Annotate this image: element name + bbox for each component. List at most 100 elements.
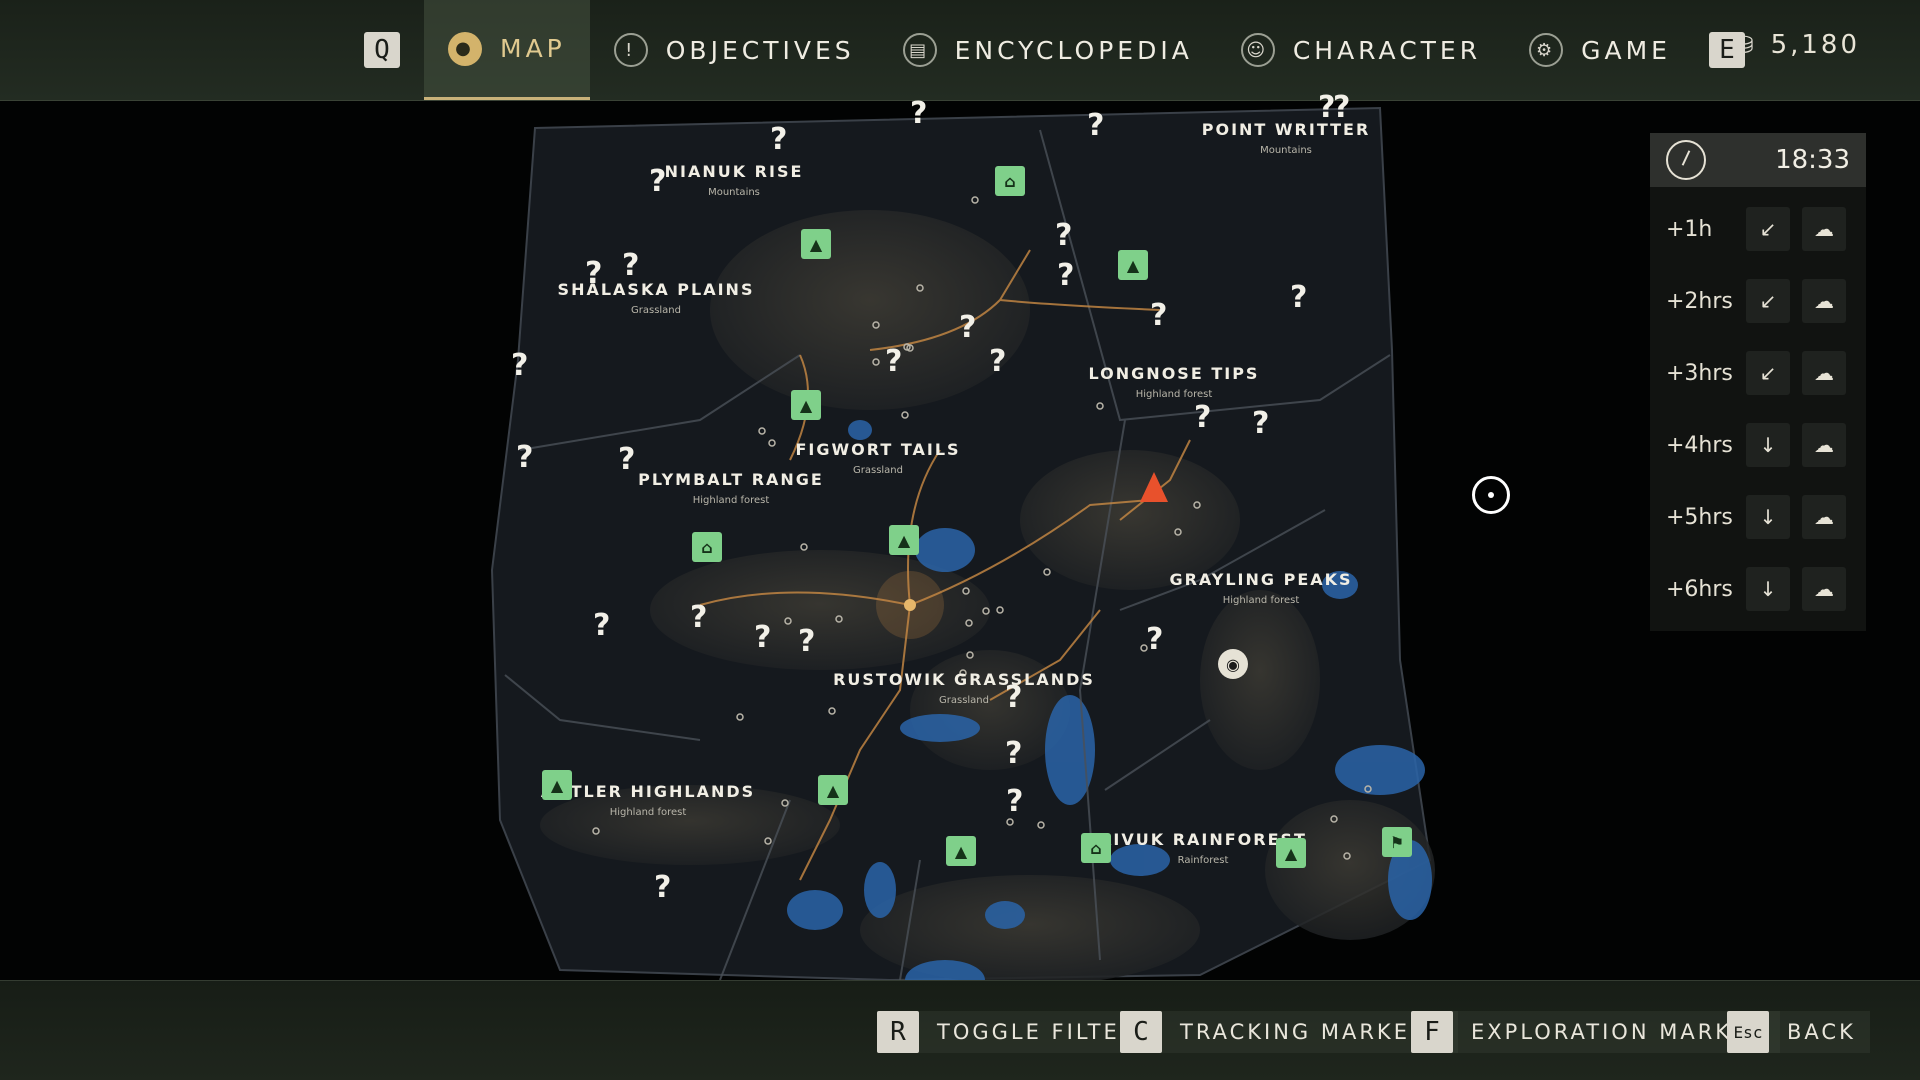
camp-marker[interactable]: ▲	[1276, 838, 1306, 868]
unknown-location-marker[interactable]: ?	[1146, 622, 1163, 657]
tab-map-label: MAP	[500, 34, 566, 63]
prev-tab-key[interactable]: Q	[364, 32, 400, 68]
top-nav-bar: Q ● MAP ! OBJECTIVES ▤ ENCYCLOPEDIA ☺ CH…	[0, 0, 1920, 101]
cloudy-icon: ☁	[1802, 207, 1846, 251]
camp-marker[interactable]: ⌂	[1081, 833, 1111, 863]
camp-marker[interactable]: ▲	[818, 775, 848, 805]
region-name: GRAYLING PEAKS	[1169, 570, 1353, 589]
region-label: POINT WRITTER Mountains	[1202, 120, 1371, 156]
forecast-hour-label: +2hrs	[1666, 288, 1733, 314]
cloudy-icon: ☁	[1802, 279, 1846, 323]
unknown-location-marker[interactable]: ?	[798, 624, 815, 659]
tab-objectives[interactable]: ! OBJECTIVES	[590, 0, 879, 100]
wind-direction-icon: ↙	[1746, 279, 1790, 323]
unknown-location-marker[interactable]: ?	[1057, 258, 1074, 293]
unknown-location-marker[interactable]: ?	[516, 440, 533, 475]
tab-game[interactable]: ⚙ GAME	[1505, 0, 1695, 100]
unknown-location-marker[interactable]: ?	[1006, 784, 1023, 819]
unknown-location-marker[interactable]: ?	[754, 620, 771, 655]
tab-game-label: GAME	[1581, 35, 1671, 65]
unknown-location-marker[interactable]: ?	[1150, 298, 1167, 333]
region-name: NIANUK RISE	[664, 162, 804, 181]
wind-direction-icon: ↓	[1746, 567, 1790, 611]
unknown-location-marker[interactable]: ?	[989, 344, 1006, 379]
unknown-location-marker[interactable]: ?	[959, 310, 976, 345]
exploration-marker-button[interactable]: F EXPLORATION MARKER	[1411, 1011, 1780, 1053]
unknown-location-marker[interactable]: ?	[885, 344, 902, 379]
unknown-location-marker[interactable]: ?	[1055, 218, 1072, 253]
unknown-location-marker[interactable]: ?	[770, 122, 787, 157]
vehicle-marker[interactable]: ◉	[1218, 649, 1248, 679]
tab-character-label: CHARACTER	[1292, 35, 1482, 65]
unknown-location-marker[interactable]: ?	[1252, 406, 1269, 441]
forecast-hour-label: +3hrs	[1666, 360, 1733, 386]
flag-marker[interactable]: ⚑	[1382, 827, 1412, 857]
forecast-hour-label: +5hrs	[1666, 504, 1733, 530]
map-cursor[interactable]	[1472, 476, 1510, 514]
tab-encyclopedia[interactable]: ▤ ENCYCLOPEDIA	[879, 0, 1217, 100]
back-button[interactable]: Esc BACK	[1727, 1011, 1870, 1053]
camp-marker[interactable]: ⌂	[995, 166, 1025, 196]
player-location-icon	[1140, 472, 1168, 502]
toggle-filter-button[interactable]: R TOGGLE FILTER	[877, 1011, 1152, 1053]
region-name: PLYMBALT RANGE	[638, 470, 824, 489]
region-biome: Highland forest	[1222, 595, 1300, 606]
unknown-location-marker[interactable]: ?	[593, 608, 610, 643]
region-label: PLYMBALT RANGE Highland forest	[638, 470, 824, 506]
tab-character[interactable]: ☺ CHARACTER	[1217, 0, 1505, 100]
unknown-location-marker[interactable]: ?	[654, 870, 671, 905]
region-label: ANTLER HIGHLANDS Highland forest	[541, 782, 755, 818]
cloudy-icon: ☁	[1802, 423, 1846, 467]
camp-marker[interactable]: ▲	[801, 229, 831, 259]
current-time: 18:33	[1775, 145, 1850, 175]
unknown-location-marker[interactable]: ?	[690, 600, 707, 635]
tab-encyclopedia-label: ENCYCLOPEDIA	[954, 35, 1193, 65]
forecast-row: +6hrs ↓ ☁	[1650, 553, 1866, 625]
unknown-location-marker[interactable]: ?	[1087, 108, 1104, 143]
cloudy-icon: ☁	[1802, 351, 1846, 395]
region-name: RUSTOWIK GRASSLANDS	[833, 670, 1095, 689]
unknown-location-marker[interactable]: ?	[1005, 736, 1022, 771]
key-prompt: Esc	[1727, 1011, 1769, 1053]
camp-marker[interactable]: ▲	[946, 836, 976, 866]
book-icon: ▤	[902, 33, 937, 67]
forecast-hour-label: +4hrs	[1666, 432, 1733, 458]
region-name: LONGNOSE TIPS	[1088, 364, 1260, 383]
camp-marker[interactable]: ▲	[889, 525, 919, 555]
wind-direction-icon: ↓	[1746, 423, 1790, 467]
unknown-location-marker[interactable]: ?	[618, 442, 635, 477]
forecast-row: +5hrs ↓ ☁	[1650, 481, 1866, 553]
key-prompt: C	[1120, 1011, 1162, 1053]
world-map[interactable]: NIANUK RISE Mountains POINT WRITTER Moun…	[0, 90, 1920, 980]
person-icon: ☺	[1240, 33, 1275, 67]
unknown-location-marker[interactable]: ?	[622, 248, 639, 283]
region-label: LONGNOSE TIPS Highland forest	[1089, 364, 1260, 400]
map-pin-icon: ●	[448, 31, 482, 66]
camp-marker[interactable]: ⌂	[692, 532, 722, 562]
tracking-markers-button[interactable]: C TRACKING MARKERS	[1120, 1011, 1458, 1053]
camp-marker[interactable]: ▲	[542, 770, 572, 800]
camp-marker[interactable]: ▲	[791, 390, 821, 420]
region-label: GRAYLING PEAKS Highland forest	[1169, 570, 1352, 606]
unknown-location-marker[interactable]: ?	[1005, 680, 1022, 715]
wind-direction-icon: ↓	[1746, 495, 1790, 539]
camp-marker[interactable]: ▲	[1118, 250, 1148, 280]
region-biome: Highland forest	[1135, 389, 1213, 400]
tab-strip: Q ● MAP ! OBJECTIVES ▤ ENCYCLOPEDIA ☺ CH…	[364, 0, 1745, 100]
gear-icon: ⚙	[1529, 33, 1564, 67]
unknown-location-marker[interactable]: ?	[511, 348, 528, 383]
unknown-location-marker[interactable]: ?	[910, 96, 927, 131]
currency-display: ⛁ 5,180	[1733, 30, 1860, 60]
tab-objectives-label: OBJECTIVES	[665, 35, 855, 65]
coins-icon: ⛁	[1733, 31, 1757, 59]
unknown-location-marker[interactable]: ?	[1290, 280, 1307, 315]
forecast-row: +2hrs ↙ ☁	[1650, 265, 1866, 337]
cloudy-icon: ☁	[1802, 567, 1846, 611]
unknown-location-marker[interactable]: ?	[585, 256, 602, 291]
tab-map[interactable]: ● MAP	[424, 0, 590, 100]
wind-direction-icon: ↙	[1746, 207, 1790, 251]
unknown-location-marker[interactable]: ?	[1194, 400, 1211, 435]
unknown-location-marker[interactable]: ?	[1333, 90, 1350, 125]
unknown-location-marker[interactable]: ?	[649, 164, 666, 199]
wind-direction-icon: ↙	[1746, 351, 1790, 395]
